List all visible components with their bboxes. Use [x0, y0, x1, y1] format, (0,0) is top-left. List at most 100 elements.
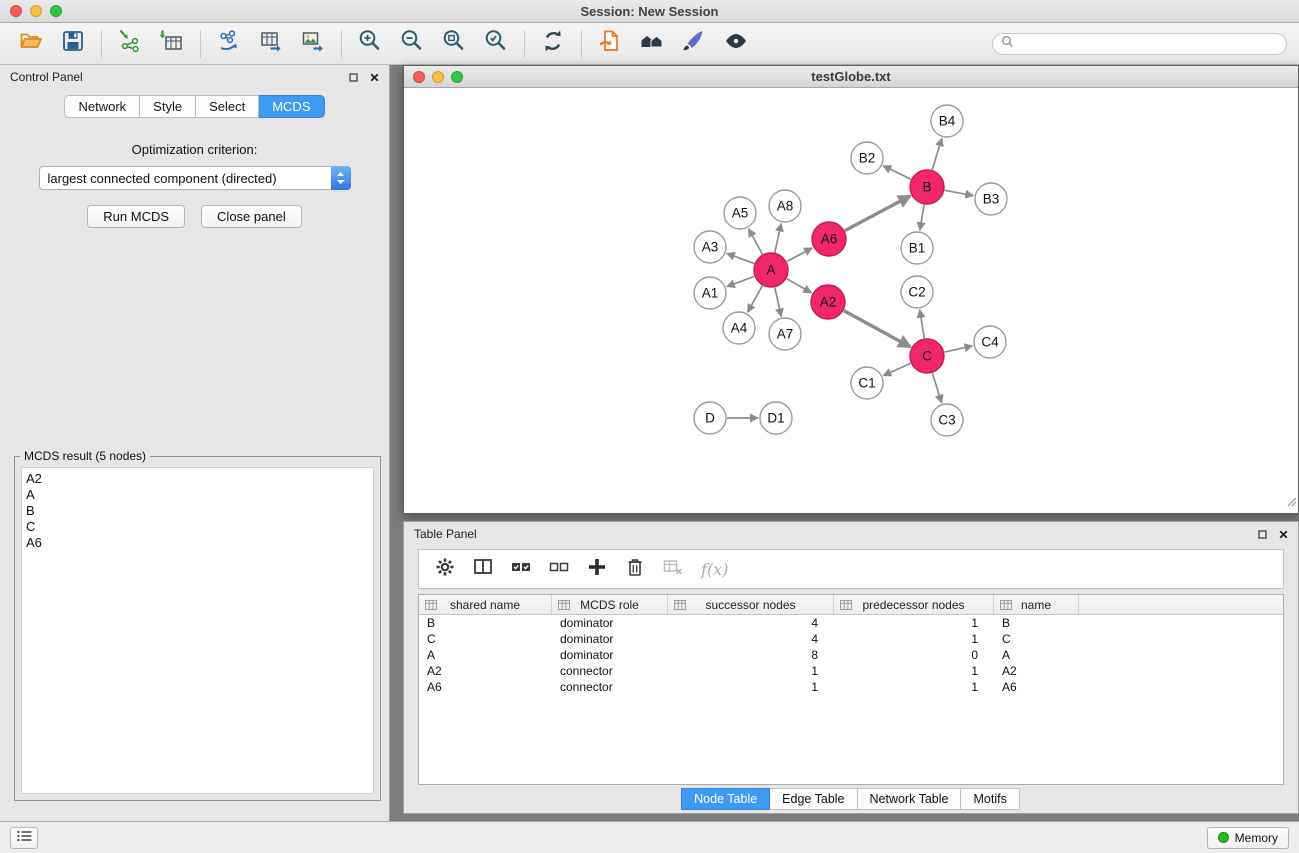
network-node-B1[interactable]: B1 [901, 232, 933, 264]
network-node-A7[interactable]: A7 [769, 318, 801, 350]
network-edge-B-B3[interactable] [945, 190, 974, 195]
result-item[interactable]: A6 [26, 535, 369, 551]
memory-button[interactable]: Memory [1207, 827, 1289, 849]
search-field[interactable] [992, 33, 1287, 55]
network-zoom-button[interactable] [451, 71, 463, 83]
result-item[interactable]: A2 [26, 471, 369, 487]
network-node-A5[interactable]: A5 [724, 197, 756, 229]
open-document-button[interactable] [589, 26, 631, 62]
table-cell[interactable]: A [419, 648, 552, 662]
table-cell[interactable]: A6 [419, 680, 552, 694]
network-node-A3[interactable]: A3 [694, 231, 726, 263]
network-node-D[interactable]: D [694, 402, 726, 434]
table-settings-button[interactable] [429, 553, 461, 585]
network-node-C1[interactable]: C1 [851, 367, 883, 399]
network-edge-A-A8[interactable] [775, 224, 781, 253]
table-cell[interactable]: A2 [994, 664, 1079, 678]
network-node-A8[interactable]: A8 [769, 190, 801, 222]
network-edge-C-C1[interactable] [883, 363, 910, 375]
result-item[interactable]: B [26, 503, 369, 519]
network-node-B2[interactable]: B2 [851, 142, 883, 174]
column-header-shared-name[interactable]: shared name [419, 595, 552, 614]
network-canvas[interactable]: B4B2BB3A8A5A6A3B1AC2A1A2A4A7C4CC1C3DD1 [404, 88, 1298, 513]
float-panel-icon[interactable] [349, 73, 358, 82]
network-node-A4[interactable]: A4 [723, 312, 755, 344]
search-input[interactable] [1020, 37, 1278, 51]
run-mcds-button[interactable]: Run MCDS [87, 205, 185, 228]
network-edge-A-A7[interactable] [775, 288, 781, 317]
result-item[interactable]: C [26, 519, 369, 535]
table-cell[interactable]: 4 [668, 616, 834, 630]
resize-grip-icon[interactable] [1287, 494, 1297, 512]
network-node-D1[interactable]: D1 [760, 402, 792, 434]
network-node-C2[interactable]: C2 [901, 276, 933, 308]
paint-style-button[interactable] [673, 26, 715, 62]
column-header-name[interactable]: name [994, 595, 1079, 614]
table-cell[interactable]: 1 [668, 680, 834, 694]
table-cell[interactable]: dominator [552, 632, 668, 646]
import-network-button[interactable] [109, 26, 151, 62]
network-minimize-button[interactable] [432, 71, 444, 83]
network-node-A2[interactable]: A2 [811, 285, 845, 319]
network-node-C3[interactable]: C3 [931, 404, 963, 436]
refresh-layout-button[interactable] [532, 26, 574, 62]
network-node-B[interactable]: B [910, 170, 944, 204]
table-cell[interactable]: A2 [419, 664, 552, 678]
network-window-titlebar[interactable]: testGlobe.txt [404, 66, 1298, 88]
zoom-out-button[interactable] [391, 26, 433, 62]
column-header-successor-nodes[interactable]: successor nodes [668, 595, 834, 614]
table-cell[interactable]: connector [552, 680, 668, 694]
table-cell[interactable]: C [419, 632, 552, 646]
network-edge-A2-C[interactable] [844, 311, 911, 347]
table-cell[interactable]: A [994, 648, 1079, 662]
table-row[interactable]: A6connector11A6 [419, 679, 1283, 695]
table-cell[interactable]: dominator [552, 648, 668, 662]
table-cell[interactable]: C [994, 632, 1079, 646]
function-builder-button[interactable]: f(x) [701, 560, 728, 579]
table-cell[interactable]: connector [552, 664, 668, 678]
add-row-button[interactable] [581, 553, 613, 585]
column-header-predecessor-nodes[interactable]: predecessor nodes [834, 595, 994, 614]
table-cell[interactable]: B [419, 616, 552, 630]
save-session-button[interactable] [52, 26, 94, 62]
table-cell[interactable]: dominator [552, 616, 668, 630]
mcds-result-list[interactable]: A2ABCA6 [21, 467, 374, 794]
table-cell[interactable]: B [994, 616, 1079, 630]
network-edge-B-B4[interactable] [932, 138, 942, 170]
table-cell[interactable]: 4 [668, 632, 834, 646]
network-node-B3[interactable]: B3 [975, 183, 1007, 215]
zoom-selected-button[interactable] [475, 26, 517, 62]
zoom-window-button[interactable] [50, 5, 62, 17]
close-panel-button[interactable]: Close panel [201, 205, 302, 228]
export-network-button[interactable] [208, 26, 250, 62]
network-edge-B-B1[interactable] [920, 205, 924, 230]
table-cell[interactable]: 1 [668, 664, 834, 678]
network-edge-A-A1[interactable] [727, 276, 754, 286]
open-session-button[interactable] [10, 26, 52, 62]
zoom-in-button[interactable] [349, 26, 391, 62]
network-edge-A-A3[interactable] [727, 253, 754, 263]
close-window-button[interactable] [10, 5, 22, 17]
table-cell[interactable]: A6 [994, 680, 1079, 694]
close-table-panel-icon[interactable] [1279, 530, 1288, 539]
network-node-B4[interactable]: B4 [931, 105, 963, 137]
tab-style[interactable]: Style [140, 95, 196, 118]
network-edge-A-A5[interactable] [749, 229, 763, 254]
network-node-C[interactable]: C [910, 339, 944, 373]
network-node-A6[interactable]: A6 [812, 222, 846, 256]
zoom-fit-button[interactable] [433, 26, 475, 62]
home-button[interactable] [631, 26, 673, 62]
network-edge-C-C4[interactable] [945, 346, 973, 352]
deselect-all-button[interactable] [543, 553, 575, 585]
network-edge-C-C2[interactable] [920, 310, 924, 338]
tab-network-table[interactable]: Network Table [857, 788, 962, 810]
close-panel-icon[interactable] [370, 73, 379, 82]
network-edge-A-A6[interactable] [787, 248, 812, 262]
import-table-button[interactable] [151, 26, 193, 62]
table-row[interactable]: Adominator80A [419, 647, 1283, 663]
tab-edge-table[interactable]: Edge Table [769, 788, 857, 810]
column-header-MCDS-role[interactable]: MCDS role [552, 595, 668, 614]
table-cell[interactable]: 1 [834, 664, 994, 678]
export-image-button[interactable] [292, 26, 334, 62]
optimization-criterion-dropdown[interactable]: largest connected component (directed) [39, 166, 351, 190]
